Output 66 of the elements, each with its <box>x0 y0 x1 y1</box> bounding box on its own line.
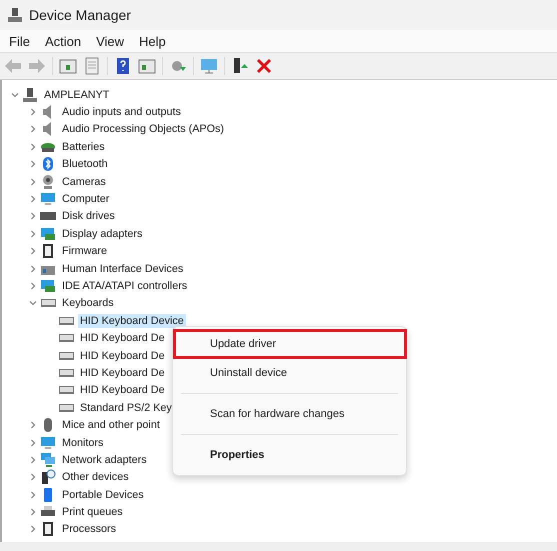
menu-item[interactable]: Action <box>40 34 92 48</box>
bluetooth-icon <box>40 156 56 172</box>
tree-item[interactable]: Disk drives <box>60 209 117 224</box>
tree-item[interactable]: HID Keyboard Device <box>78 314 186 328</box>
unknown-device-icon <box>40 469 56 486</box>
tree-item[interactable]: Print queues <box>60 505 125 520</box>
expand-chevron-icon[interactable] <box>29 230 37 238</box>
tree-item[interactable]: Audio Processing Objects (APOs) <box>60 122 226 136</box>
webcam-icon <box>40 174 56 190</box>
window-pane-icon[interactable] <box>59 57 77 75</box>
tree-item[interactable]: Batteries <box>60 140 107 154</box>
tree-item[interactable]: Cameras <box>60 174 108 189</box>
computer-tower-icon <box>22 86 38 103</box>
monitor-icon <box>40 434 56 450</box>
device-arrow-icon[interactable] <box>231 57 249 75</box>
document-icon[interactable] <box>83 57 101 75</box>
menu-item[interactable]: Scan for hardware changes <box>173 400 407 428</box>
tree-item[interactable]: Portable Devices <box>60 488 146 502</box>
collapse-chevron-icon[interactable] <box>29 299 37 308</box>
tree-item[interactable]: Bluetooth <box>60 157 110 172</box>
expand-chevron-icon[interactable] <box>29 473 37 482</box>
tree-item[interactable]: HID Keyboard De <box>78 366 167 380</box>
tree-item[interactable]: IDE ATA/ATAPI controllers <box>60 278 190 293</box>
tree-item[interactable]: Network adapters <box>60 452 149 467</box>
tree-item[interactable]: Standard PS/2 Key <box>78 400 174 415</box>
tree-item[interactable]: Display adapters <box>60 226 144 241</box>
device-manager-icon <box>8 8 22 22</box>
tree-item[interactable]: Mice and other point <box>60 418 162 432</box>
tree-item[interactable]: Processors <box>60 522 118 536</box>
expand-chevron-icon[interactable] <box>29 490 37 499</box>
network-adapter-icon <box>40 452 56 468</box>
tree-item[interactable]: Firmware <box>60 244 109 258</box>
expand-chevron-icon[interactable] <box>29 142 37 151</box>
display-adapter-icon <box>40 226 56 242</box>
menu-item[interactable]: View <box>91 34 134 48</box>
menu-item[interactable]: File <box>4 34 40 48</box>
expand-chevron-icon[interactable] <box>29 421 37 430</box>
tree-item[interactable]: Audio inputs and outputs <box>60 105 183 120</box>
tree-item[interactable]: Computer <box>60 192 112 206</box>
menu-item[interactable]: Update driver <box>173 329 407 359</box>
menu-item[interactable]: Uninstall device <box>173 359 407 387</box>
delete-icon[interactable] <box>255 57 273 75</box>
chip-icon <box>40 521 56 538</box>
help-icon[interactable] <box>114 57 132 75</box>
tree-item[interactable]: HID Keyboard De <box>78 348 167 363</box>
collapse-chevron-icon[interactable] <box>11 90 19 99</box>
monitor-icon[interactable] <box>200 57 218 75</box>
tree-item[interactable]: AMPLEANYT <box>42 88 112 102</box>
expand-chevron-icon[interactable] <box>29 178 37 186</box>
tree-item[interactable]: Keyboards <box>60 296 116 310</box>
tree-item[interactable]: Other devices <box>60 470 131 484</box>
expand-chevron-icon[interactable] <box>29 247 37 256</box>
chip-icon <box>40 243 56 260</box>
window-pane-icon[interactable] <box>138 57 156 75</box>
tree-item[interactable]: Human Interface Devices <box>60 262 186 276</box>
tree-item[interactable]: HID Keyboard De <box>78 383 167 398</box>
monitor-icon <box>40 191 56 208</box>
expand-chevron-icon[interactable] <box>29 160 37 168</box>
display-adapter-icon <box>40 278 56 294</box>
menu-item[interactable]: Help <box>134 34 176 48</box>
menu-item[interactable]: Properties <box>173 441 407 469</box>
tree-item[interactable]: HID Keyboard De <box>78 331 167 346</box>
expand-chevron-icon[interactable] <box>29 438 37 446</box>
tree-item[interactable]: Monitors <box>60 436 106 450</box>
window-title: Device Manager <box>29 7 131 23</box>
expand-chevron-icon[interactable] <box>29 456 37 464</box>
